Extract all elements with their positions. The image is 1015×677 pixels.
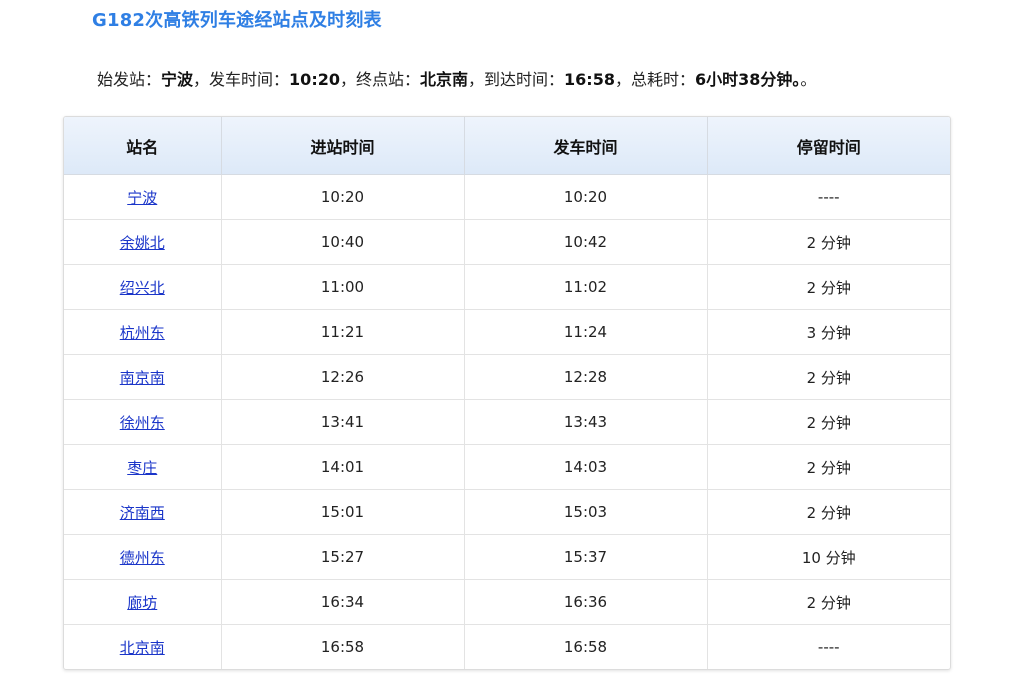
- arrive-time-cell: 10:40: [221, 219, 465, 265]
- timetable: 站名 进站时间 发车时间 停留时间 宁波 10:20 10:20 ---- 余姚北 10:…: [64, 117, 950, 669]
- stop-time-cell: 2 分钟: [707, 489, 950, 535]
- table-row: 济南西 15:01 15:03 2 分钟: [64, 489, 950, 535]
- arrive-time-cell: 14:01: [221, 444, 465, 490]
- train-summary: 始发站：宁波，发车时间：10:20，终点站：北京南，到达时间：16:58，总耗时…: [97, 66, 816, 90]
- stop-time-cell: 2 分钟: [707, 579, 950, 625]
- arrive-time-cell: 10:20: [221, 174, 465, 220]
- station-cell: 北京南: [64, 624, 222, 669]
- depart-time-cell: 15:03: [464, 489, 708, 535]
- depart-time-cell: 11:24: [464, 309, 708, 355]
- arrive-time-cell: 12:26: [221, 354, 465, 400]
- table-row: 杭州东 11:21 11:24 3 分钟: [64, 309, 950, 355]
- table-row: 北京南 16:58 16:58 ----: [64, 624, 950, 669]
- depart-time-cell: 16:36: [464, 579, 708, 625]
- station-cell: 济南西: [64, 489, 222, 535]
- station-cell: 廊坊: [64, 579, 222, 625]
- depart-time: 10:20: [289, 70, 340, 89]
- arrive-time-cell: 11:21: [221, 309, 465, 355]
- table-row: 徐州东 13:41 13:43 2 分钟: [64, 399, 950, 445]
- station-cell: 杭州东: [64, 309, 222, 355]
- header-stop-time: 停留时间: [707, 117, 950, 175]
- summary-separator: ，总耗时：: [614, 70, 695, 89]
- terminus-station: 北京南: [420, 70, 469, 89]
- table-row: 余姚北 10:40 10:42 2 分钟: [64, 219, 950, 265]
- stop-time-cell: 2 分钟: [707, 264, 950, 310]
- origin-station: 宁波: [161, 70, 194, 89]
- stop-time-cell: 2 分钟: [707, 354, 950, 400]
- arrive-time-cell: 15:27: [221, 534, 465, 580]
- depart-time-cell: 10:20: [464, 174, 708, 220]
- station-link[interactable]: 南京南: [120, 369, 165, 387]
- arrive-time-cell: 11:00: [221, 264, 465, 310]
- station-link[interactable]: 绍兴北: [120, 279, 165, 297]
- station-cell: 余姚北: [64, 219, 222, 265]
- depart-time-cell: 12:28: [464, 354, 708, 400]
- depart-time-cell: 10:42: [464, 219, 708, 265]
- station-link[interactable]: 济南西: [120, 504, 165, 522]
- total-duration: 6小时38分钟。: [694, 70, 801, 89]
- table-row: 绍兴北 11:00 11:02 2 分钟: [64, 264, 950, 310]
- depart-time-cell: 13:43: [464, 399, 708, 445]
- stop-time-cell: ----: [707, 174, 950, 220]
- timetable-body: 宁波 10:20 10:20 ---- 余姚北 10:40 10:42 2 分钟 绍兴北 11:0…: [64, 174, 950, 669]
- table-row: 德州东 15:27 15:37 10 分钟: [64, 534, 950, 580]
- origin-label: 始发站：: [97, 70, 162, 89]
- station-cell: 宁波: [64, 174, 222, 220]
- station-link[interactable]: 徐州东: [120, 414, 165, 432]
- stop-time-cell: 2 分钟: [707, 444, 950, 490]
- station-cell: 南京南: [64, 354, 222, 400]
- header-arrive-time: 进站时间: [221, 117, 465, 175]
- table-row: 廊坊 16:34 16:36 2 分钟: [64, 579, 950, 625]
- header-station: 站名: [64, 117, 222, 175]
- table-row: 宁波 10:20 10:20 ----: [64, 174, 950, 220]
- stop-time-cell: 2 分钟: [707, 399, 950, 445]
- station-link[interactable]: 枣庄: [127, 459, 157, 477]
- station-cell: 枣庄: [64, 444, 222, 490]
- station-cell: 德州东: [64, 534, 222, 580]
- station-link[interactable]: 廊坊: [127, 594, 157, 612]
- stop-time-cell: 2 分钟: [707, 219, 950, 265]
- arrive-time-cell: 15:01: [221, 489, 465, 535]
- table-row: 枣庄 14:01 14:03 2 分钟: [64, 444, 950, 490]
- station-link[interactable]: 杭州东: [120, 324, 165, 342]
- station-link[interactable]: 余姚北: [120, 234, 165, 252]
- page-title: G182次高铁列车途经站点及时刻表: [92, 10, 382, 31]
- station-link[interactable]: 宁波: [127, 189, 157, 207]
- stop-time-cell: 10 分钟: [707, 534, 950, 580]
- stop-time-cell: 3 分钟: [707, 309, 950, 355]
- header-depart-time: 发车时间: [464, 117, 708, 175]
- table-row: 南京南 12:26 12:28 2 分钟: [64, 354, 950, 400]
- arrive-time-cell: 16:58: [221, 624, 465, 669]
- timetable-header-row: 站名 进站时间 发车时间 停留时间: [64, 117, 950, 175]
- station-link[interactable]: 北京南: [120, 639, 165, 657]
- depart-time-cell: 15:37: [464, 534, 708, 580]
- depart-time-cell: 14:03: [464, 444, 708, 490]
- station-link[interactable]: 德州东: [120, 549, 165, 567]
- depart-time-cell: 16:58: [464, 624, 708, 669]
- summary-separator: ，终点站：: [339, 70, 420, 89]
- summary-separator: ，到达时间：: [468, 70, 565, 89]
- depart-time-cell: 11:02: [464, 264, 708, 310]
- timetable-container: 站名 进站时间 发车时间 停留时间 宁波 10:20 10:20 ---- 余姚北 10:…: [63, 116, 951, 670]
- stop-time-cell: ----: [817, 638, 840, 656]
- summary-separator: ，发车时间：: [193, 70, 290, 89]
- station-cell: 徐州东: [64, 399, 222, 445]
- station-cell: 绍兴北: [64, 264, 222, 310]
- summary-tail: 。: [800, 70, 817, 89]
- arrive-time-cell: 13:41: [221, 399, 465, 445]
- arrive-time-cell: 16:34: [221, 579, 465, 625]
- arrive-time: 16:58: [564, 70, 615, 89]
